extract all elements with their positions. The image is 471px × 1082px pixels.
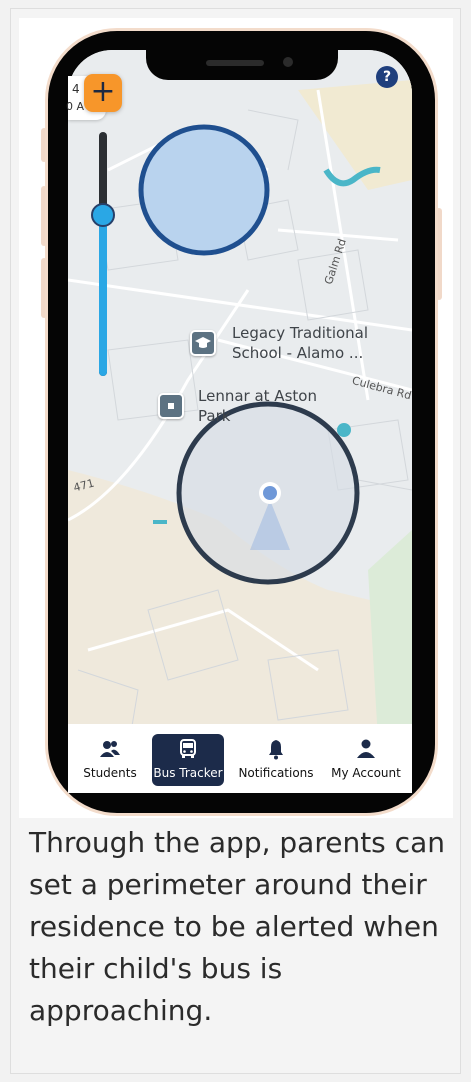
nav-my-account[interactable]: My Account — [328, 734, 404, 786]
time-chip-bottom: 0 A — [66, 100, 85, 113]
nav-bus-tracker-label: Bus Tracker — [153, 766, 223, 780]
nav-notifications-label: Notifications — [238, 766, 314, 780]
poi-lennar-label[interactable]: Lennar at Aston Park — [198, 386, 317, 426]
nav-bus-tracker[interactable]: Bus Tracker — [152, 734, 224, 786]
bus-icon — [180, 739, 196, 758]
time-chip-top: 4 — [72, 82, 80, 96]
nav-my-account-label: My Account — [331, 766, 401, 780]
caption-text: Through the app, parents can set a perim… — [29, 826, 445, 1027]
nav-students-label: Students — [83, 766, 137, 780]
poi-school-line2: School - Alamo ... — [232, 344, 364, 362]
bell-icon — [269, 740, 283, 760]
user-icon — [357, 739, 375, 758]
speaker-grille — [206, 60, 264, 66]
place-icon[interactable] — [158, 393, 184, 419]
radius-slider-fill — [99, 214, 107, 376]
nav-notifications[interactable]: Notifications — [236, 734, 316, 786]
poi-school-label[interactable]: Legacy Traditional School - Alamo ... — [232, 323, 368, 363]
front-camera — [283, 57, 293, 67]
poi-school-line1: Legacy Traditional — [232, 324, 369, 342]
help-button[interactable]: ? — [376, 66, 398, 88]
students-icon — [100, 741, 120, 757]
nav-students[interactable]: Students — [80, 734, 140, 786]
perimeter-circle[interactable] — [138, 124, 270, 256]
poi-lennar-line1: Lennar at Aston — [198, 387, 317, 405]
radius-slider-handle[interactable] — [91, 203, 115, 227]
school-icon[interactable] — [190, 330, 216, 356]
poi-lennar-line2: Park — [198, 407, 231, 425]
add-perimeter-button[interactable]: + — [84, 74, 122, 112]
